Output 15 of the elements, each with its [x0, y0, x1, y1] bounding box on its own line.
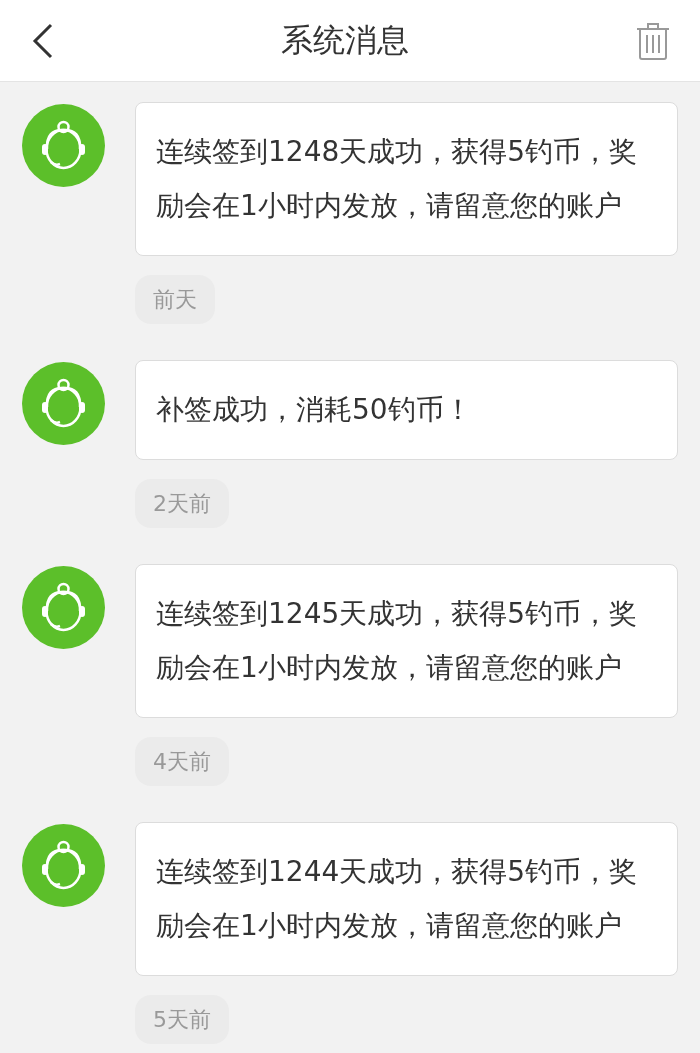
- message-time: 4天前: [135, 737, 229, 786]
- message-time: 2天前: [135, 479, 229, 528]
- message-time: 前天: [135, 275, 215, 324]
- back-button[interactable]: [32, 22, 54, 59]
- message-bubble: 连续签到1248天成功，获得5钓币，奖励会在1小时内发放，请留意您的账户: [135, 102, 678, 256]
- support-avatar-icon: [22, 824, 105, 907]
- message-bubble: 连续签到1244天成功，获得5钓币，奖励会在1小时内发放，请留意您的账户: [135, 822, 678, 976]
- message-bubble: 连续签到1245天成功，获得5钓币，奖励会在1小时内发放，请留意您的账户: [135, 564, 678, 718]
- message-bubble: 补签成功，消耗50钓币！: [135, 360, 678, 460]
- support-avatar-icon: [22, 362, 105, 445]
- support-avatar-icon: [22, 104, 105, 187]
- delete-button[interactable]: [636, 21, 670, 60]
- support-avatar-icon: [22, 566, 105, 649]
- message-time: 5天前: [135, 995, 229, 1044]
- page-title: 系统消息: [281, 19, 409, 61]
